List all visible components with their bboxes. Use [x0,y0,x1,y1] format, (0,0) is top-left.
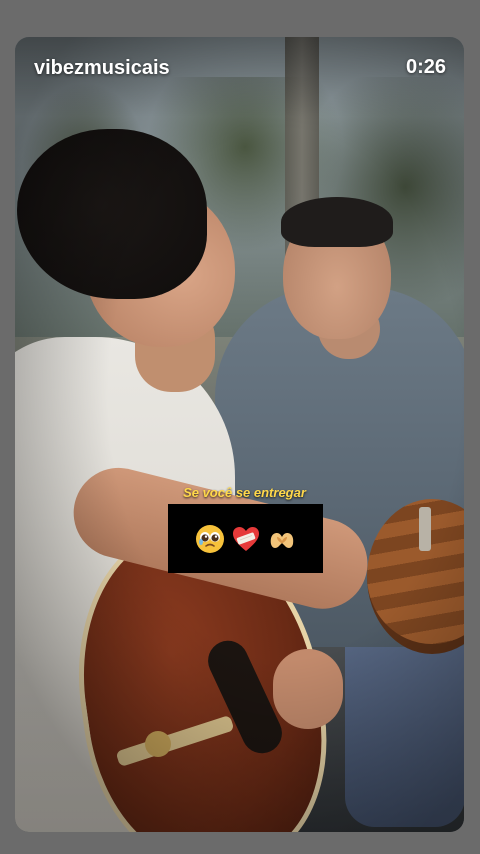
right-person-hair [281,197,393,247]
pleading-face-icon [195,524,225,554]
mending-heart-icon [231,524,261,554]
lyric-text: Se você se entregar [183,485,306,500]
lyric-caption: Se você se entregar [15,484,464,502]
story-video-frame[interactable]: vibezmusicais 0:26 Se você se entregar [15,37,464,832]
table-bracket [419,507,431,551]
left-person-hand [273,649,343,729]
account-username[interactable]: vibezmusicais [34,57,170,80]
video-elapsed-time: 0:26 [405,56,446,78]
emoji-sticker [168,504,323,573]
heart-hands-icon [267,524,297,554]
guitar-bridge-pin [145,731,171,757]
